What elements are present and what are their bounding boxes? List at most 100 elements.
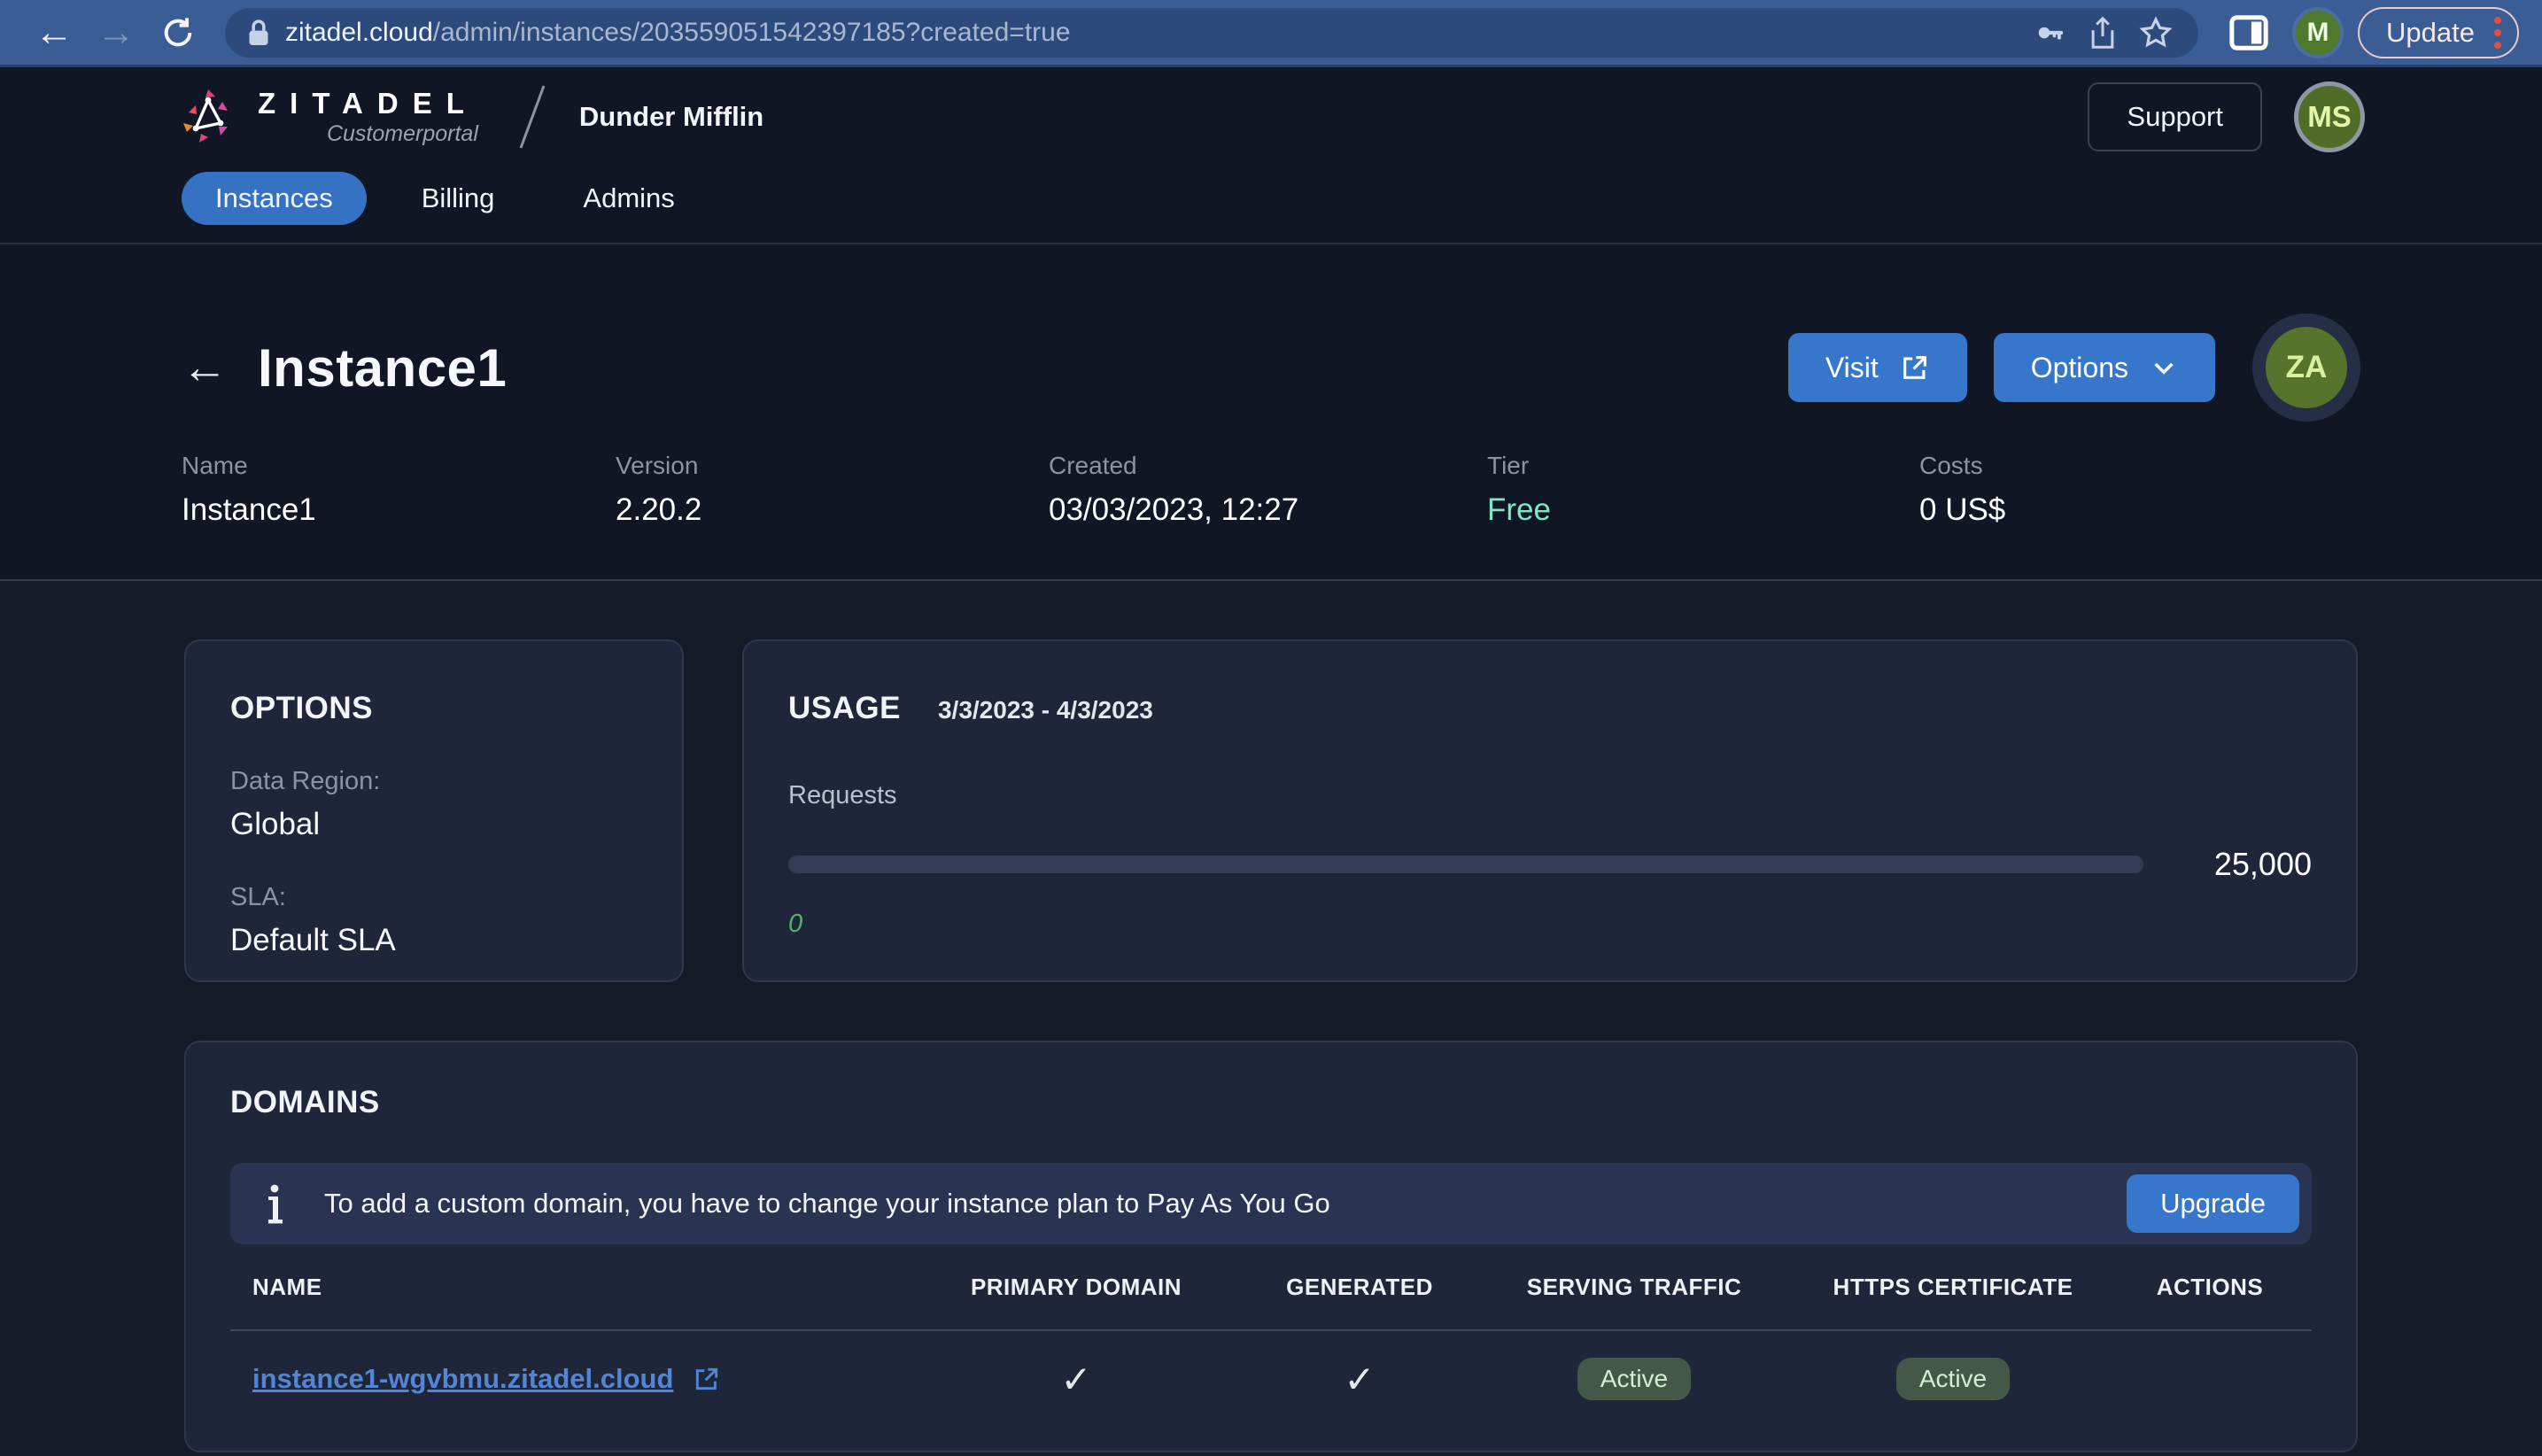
star-icon <box>2139 15 2173 47</box>
meta-version: Version 2.20.2 <box>616 452 1049 528</box>
meta-tier-label: Tier <box>1487 452 1530 479</box>
data-region-value: Global <box>230 807 321 841</box>
sla-label: SLA: <box>230 883 286 911</box>
hero-actions: Visit Options ZA <box>1787 314 2360 422</box>
browser-update-button[interactable]: Update <box>2358 6 2519 58</box>
hero-title-row: ← Instance1 Visit Options ZA <box>182 314 2360 422</box>
usage-current-value: 0 <box>788 910 803 938</box>
brand-name: ZITADEL <box>258 87 478 120</box>
sla-value: Default SLA <box>230 923 396 957</box>
meta-name-value: Instance1 <box>182 492 316 527</box>
meta-name-label: Name <box>182 452 248 479</box>
brand-logo[interactable]: ZITADEL Customerportal <box>182 88 478 146</box>
brand-subtitle: Customerportal <box>326 121 478 146</box>
instance-avatar-halo: ZA <box>2252 314 2360 422</box>
usage-period: 3/3/2023 - 4/3/2023 <box>937 696 1153 724</box>
key-icon <box>2038 27 2064 39</box>
usage-card-header: USAGE 3/3/2023 - 4/3/2023 <box>788 691 2312 726</box>
side-panel-button[interactable] <box>2228 12 2269 53</box>
user-avatar[interactable]: MS <box>2294 81 2365 152</box>
url-text: zitadel.cloud/admin/instances/2035590515… <box>285 18 1071 48</box>
domain-link[interactable]: instance1-wgvbmu.zitadel.cloud <box>252 1363 926 1395</box>
user-avatar-initials: MS <box>2307 100 2352 133</box>
upgrade-notice-text: To add a custom domain, you have to chan… <box>324 1188 1330 1219</box>
usage-bar-row: 25,000 <box>788 846 2312 883</box>
browser-reload-button[interactable] <box>151 5 205 60</box>
serving-traffic-cell: Active <box>1577 1358 1692 1400</box>
instance-avatar-initials: ZA <box>2285 350 2328 384</box>
data-region-label: Data Region: <box>230 767 381 795</box>
meta-costs-value: 0 US$ <box>1919 492 2006 527</box>
https-certificate-badge: Active <box>1895 1358 2011 1400</box>
browser-back-button[interactable]: ← <box>27 5 81 60</box>
meta-created: Created 03/03/2023, 12:27 <box>1049 452 1487 528</box>
tab-billing[interactable]: Billing <box>388 172 529 225</box>
external-link-icon <box>1903 356 1926 379</box>
browser-menu-kebab-icon[interactable] <box>2491 13 2505 52</box>
domains-table-header: NAME PRIMARY DOMAIN GENERATED SERVING TR… <box>252 1244 2290 1329</box>
domain-link-text: instance1-wgvbmu.zitadel.cloud <box>252 1363 674 1394</box>
chevron-down-icon <box>2154 362 2174 375</box>
options-card: OPTIONS Data Region: Global SLA: Default… <box>184 639 684 982</box>
reload-icon <box>164 17 192 46</box>
meta-tier: Tier Free <box>1487 452 1919 528</box>
browser-toolbar: ← → zitadel.cloud/admin/instances/203559… <box>0 0 2542 67</box>
back-button[interactable]: ← <box>182 341 244 394</box>
col-header-generated: GENERATED <box>1286 1273 1433 1300</box>
domain-table-row: instance1-wgvbmu.zitadel.cloud ✓ ✓ Activ… <box>252 1331 2290 1427</box>
side-panel-icon <box>2229 14 2268 50</box>
info-icon <box>268 1184 283 1224</box>
options-card-title: OPTIONS <box>230 691 374 725</box>
address-bar[interactable]: zitadel.cloud/admin/instances/2035590515… <box>225 7 2199 58</box>
domain-name-cell: instance1-wgvbmu.zitadel.cloud <box>252 1363 926 1395</box>
main-content: OPTIONS Data Region: Global SLA: Default… <box>0 581 2542 1452</box>
https-certificate-cell: Active <box>1895 1358 2011 1400</box>
serving-traffic-badge: Active <box>1577 1358 1692 1400</box>
tab-admins[interactable]: Admins <box>549 172 708 225</box>
tab-billing-label: Billing <box>421 182 495 213</box>
brand-wordmark: ZITADEL Customerportal <box>258 89 478 145</box>
meta-version-label: Version <box>616 452 699 479</box>
usage-card: USAGE 3/3/2023 - 4/3/2023 Requests 25,00… <box>742 639 2358 982</box>
tab-instances[interactable]: Instances <box>182 172 367 225</box>
instance-avatar[interactable]: ZA <box>2266 327 2347 408</box>
header-top-row: ZITADEL Customerportal Dunder Mifflin Su… <box>0 67 2542 167</box>
upgrade-button-label: Upgrade <box>2160 1188 2266 1219</box>
usage-metric-label: Requests <box>788 781 897 809</box>
browser-update-label: Update <box>2386 16 2475 48</box>
browser-profile-avatar[interactable]: M <box>2292 6 2344 58</box>
meta-costs: Costs 0 US$ <box>1919 452 2360 528</box>
upgrade-button[interactable]: Upgrade <box>2127 1174 2299 1233</box>
instance-meta-grid: Name Instance1 Version 2.20.2 Created 03… <box>182 452 2360 528</box>
visit-button[interactable]: Visit <box>1787 333 1967 402</box>
main-nav-tabs: Instances Billing Admins <box>0 167 2542 244</box>
support-button-label: Support <box>2127 101 2223 132</box>
instance-hero: ← Instance1 Visit Options ZA Name Instan… <box>0 244 2542 581</box>
meta-tier-value: Free <box>1487 492 1551 527</box>
primary-domain-check: ✓ <box>1060 1358 1092 1400</box>
page-title: Instance1 <box>258 337 508 398</box>
lock-icon <box>249 19 268 45</box>
bookmark-button[interactable] <box>2136 13 2175 52</box>
meta-costs-label: Costs <box>1919 452 1983 479</box>
usage-progress-track <box>788 856 2143 873</box>
meta-created-value: 03/03/2023, 12:27 <box>1049 492 1299 527</box>
domains-card: DOMAINS To add a custom domain, you have… <box>184 1041 2358 1452</box>
usage-card-title: USAGE <box>788 691 901 725</box>
browser-forward-button[interactable]: → <box>89 5 143 60</box>
app-header: ZITADEL Customerportal Dunder Mifflin Su… <box>0 67 2542 244</box>
support-button[interactable]: Support <box>2088 82 2262 151</box>
options-button-label: Options <box>2030 351 2128 383</box>
tab-admins-label: Admins <box>583 182 675 213</box>
browser-profile-initial: M <box>2306 17 2329 47</box>
col-header-https-certificate: HTTPS CERTIFICATE <box>1833 1273 2073 1300</box>
options-button[interactable]: Options <box>1993 333 2215 402</box>
meta-created-label: Created <box>1049 452 1137 479</box>
external-link-icon <box>696 1367 718 1390</box>
upgrade-notice-banner: To add a custom domain, you have to chan… <box>230 1163 2312 1244</box>
password-key-button[interactable] <box>2030 13 2069 52</box>
zitadel-logo-icon <box>183 89 228 143</box>
share-button[interactable] <box>2083 13 2122 52</box>
breadcrumb-slash-icon <box>519 85 546 149</box>
generated-check: ✓ <box>1344 1358 1376 1400</box>
